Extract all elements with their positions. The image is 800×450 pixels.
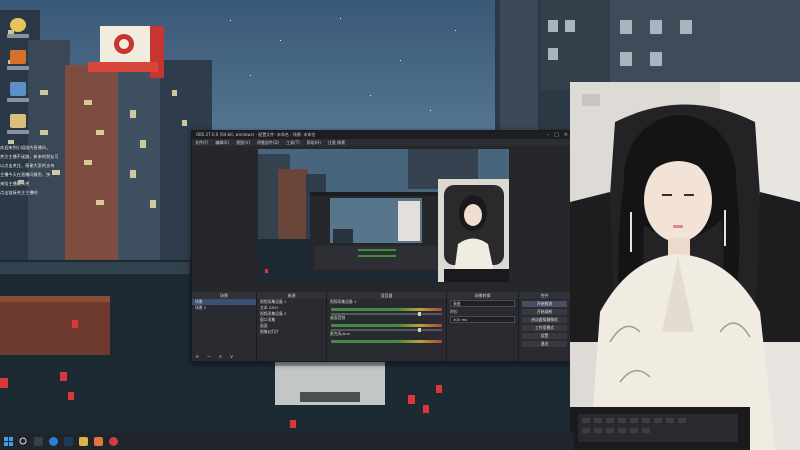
desktop-icon-network[interactable] [4, 82, 32, 108]
obs-window[interactable]: OBS 27.0.0 (64-bit, windows) - 配置文件: 未命名… [191, 130, 571, 362]
windows-taskbar [0, 433, 574, 450]
duration-input[interactable]: 300 ms [450, 316, 515, 323]
duration-label: 时长 [450, 309, 458, 314]
mixer-dock-header: 混音器 [327, 292, 446, 299]
slider-knob[interactable] [417, 312, 421, 316]
close-icon[interactable]: × [564, 132, 568, 138]
desktop-icon-this-pc[interactable] [4, 18, 32, 44]
audio-mixer-dock: 混音器 视频采集设备 1 桌面音频 麦克风/Aux [327, 292, 447, 361]
settings-button[interactable]: 设置 [522, 333, 567, 339]
chat-message: 关注主播不迷路，新来的朋友可 [0, 154, 59, 159]
obs-preview-canvas[interactable] [258, 149, 509, 282]
menu-item-edit[interactable]: 编辑(E) [215, 139, 229, 146]
chat-overlay: 欢迎来到小姐姐的直播间， 关注主播不迷路，新来的朋友可 以点击关注，感谢大家的支… [0, 145, 74, 199]
app-icon [10, 50, 26, 64]
folder-icon[interactable] [79, 437, 88, 446]
window-controls: – □ × [547, 132, 568, 138]
menu-item-tools[interactable]: 工具(T) [286, 139, 300, 146]
app-icon [10, 114, 26, 128]
windows-logo [4, 437, 13, 446]
exit-button[interactable]: 退出 [522, 341, 567, 347]
sources-dock: 来源 视频采集设备 1 文本 GDI+ 视频采集设备 2 窗口采集 画面 图像幻… [257, 292, 327, 361]
transition-select[interactable]: 渐变 [450, 300, 515, 307]
transitions-dock: 场景转换 渐变 时长 300 ms [447, 292, 519, 361]
sources-dock-header: 来源 [257, 292, 326, 299]
task-view-icon[interactable] [34, 437, 43, 446]
transitions-dock-header: 场景转换 [447, 292, 518, 299]
mixer-channel-label: 麦克风/Aux [330, 331, 350, 336]
obs-dock-row: 场景 场景 场景 2 + − ∧ ∨ 来源 视频采集设备 1 文本 GDI+ 视… [192, 292, 570, 361]
desktop-icon-control[interactable] [4, 114, 32, 140]
scenes-dock-toolbar[interactable]: + − ∧ ∨ [195, 354, 236, 360]
desktop-icon-label [7, 34, 29, 38]
mixer-channel-label: 视频采集设备 1 [330, 299, 357, 304]
steam-icon[interactable] [64, 437, 73, 446]
start-streaming-button[interactable]: 开始推流 [522, 301, 567, 307]
virtual-camera-button[interactable]: 启动虚拟摄像机 [522, 317, 567, 323]
minimize-icon[interactable]: – [547, 132, 550, 138]
scenes-dock-header: 场景 [192, 292, 256, 299]
preview-capture [258, 149, 509, 282]
scenes-dock: 场景 场景 场景 2 + − ∧ ∨ [192, 292, 257, 361]
desktop-icon-label [7, 98, 29, 102]
app-icon [10, 82, 26, 96]
app-icon-orange[interactable] [94, 437, 103, 446]
controls-dock: 控件 开始推流 开始录制 启动虚拟摄像机 工作室模式 设置 退出 [519, 292, 570, 361]
menu-item-extra[interactable]: 注意 情景 [328, 139, 345, 146]
volume-slider[interactable] [331, 328, 442, 332]
desktop-icon-column [0, 18, 36, 146]
windows-start-icon[interactable] [4, 437, 13, 446]
menu-item-docks[interactable]: 停靠部件(D) [257, 139, 279, 146]
app-icon-red[interactable] [109, 437, 118, 446]
computer-icon [10, 18, 26, 32]
menu-item-help[interactable]: 帮助(H) [307, 139, 321, 146]
menu-item-file[interactable]: 文件(F) [195, 139, 208, 146]
chat-message: 来陪主播聊天吧 [0, 181, 30, 186]
maximize-icon[interactable]: □ [554, 132, 559, 138]
obs-title-bar[interactable]: OBS 27.0.0 (64-bit, windows) - 配置文件: 未命名… [192, 131, 570, 139]
webcam-feed [570, 82, 800, 450]
volume-meter [331, 340, 442, 343]
studio-mode-button[interactable]: 工作室模式 [522, 325, 567, 331]
mixer-channel-label: 桌面音频 [330, 315, 346, 320]
chat-message: 以点击关注，感谢大家的支持 [0, 163, 55, 168]
volume-meter [331, 308, 442, 311]
streamer-camera [570, 82, 800, 450]
volume-meter [331, 324, 442, 327]
source-item[interactable]: 图像幻灯片 [257, 329, 326, 335]
start-recording-button[interactable]: 开始录制 [522, 309, 567, 315]
search-glyph [19, 437, 27, 445]
chat-message: 主播今天在直播间摸鱼，快 [0, 172, 51, 177]
menu-item-view[interactable]: 视图(V) [236, 139, 250, 146]
desktop-icon-label [7, 66, 29, 70]
chat-message: 点击链接关注主播吧 [0, 190, 38, 195]
search-icon[interactable] [19, 437, 28, 446]
controls-dock-header: 控件 [519, 292, 570, 299]
desktop-icon-label [7, 130, 29, 134]
slider-knob[interactable] [417, 328, 421, 332]
chat-message: 欢迎来到小姐姐的直播间， [0, 145, 51, 150]
desktop-icon-recycle[interactable] [4, 50, 32, 76]
scene-item[interactable]: 场景 2 [192, 305, 256, 311]
obs-title-text: OBS 27.0.0 (64-bit, windows) - 配置文件: 未命名… [196, 132, 316, 137]
obs-menu-bar: 文件(F) 编辑(E) 视图(V) 停靠部件(D) 工具(T) 帮助(H) 注意… [192, 139, 570, 146]
volume-slider[interactable] [331, 312, 442, 316]
edge-icon[interactable] [49, 437, 58, 446]
